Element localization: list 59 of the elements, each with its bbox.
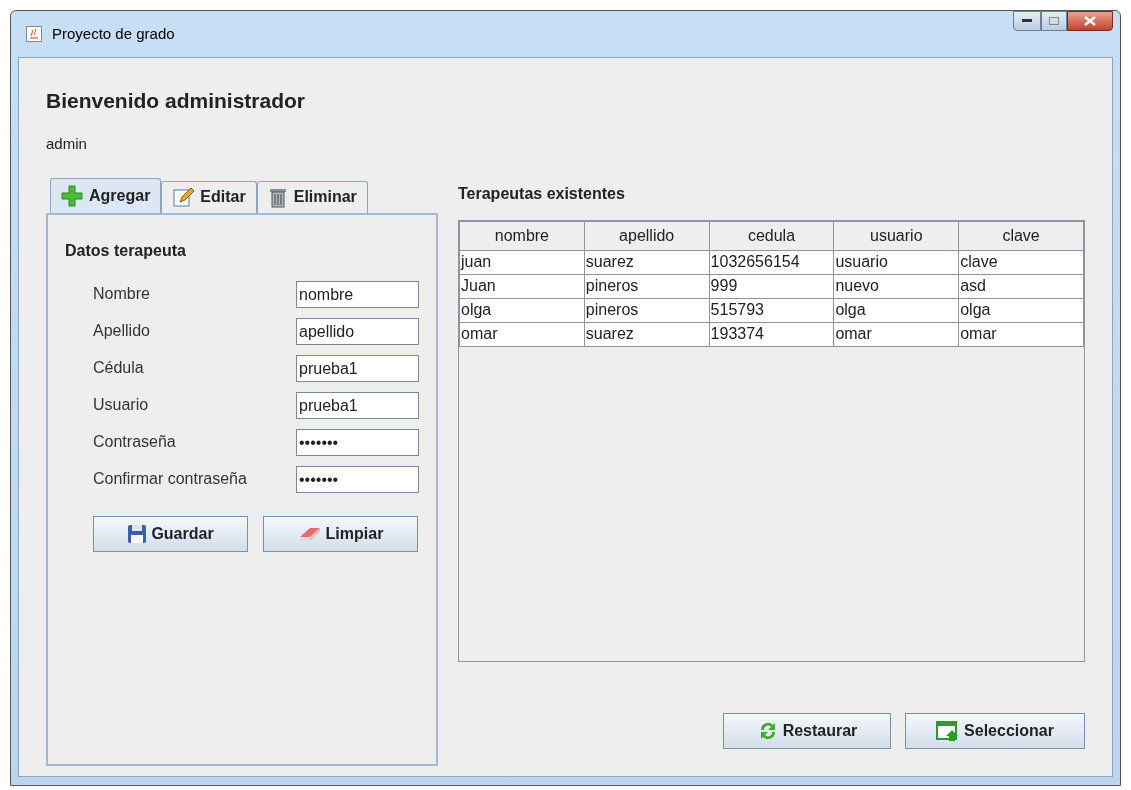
table-cell: olga (958, 298, 1084, 322)
close-button[interactable] (1067, 11, 1113, 31)
column-header[interactable]: apellido (584, 221, 710, 250)
plus-icon (61, 184, 83, 207)
table-cell: pineros (584, 298, 710, 322)
username-label: admin (46, 134, 88, 154)
input-field[interactable]: ••••••• (296, 428, 419, 456)
column-header[interactable]: usuario (833, 221, 959, 250)
table-cell: usuario (833, 250, 959, 274)
table-cell: pineros (584, 274, 710, 298)
tab[interactable]: Editar (161, 180, 257, 213)
welcome-heading: Bienvenido administrador (46, 90, 307, 111)
table-cell: olga (459, 298, 585, 322)
field-label: Cédula (93, 358, 144, 378)
action-button[interactable]: Restaurar (723, 712, 891, 749)
window-title: Proyecto de grado (52, 23, 175, 44)
close-icon (1084, 16, 1096, 26)
column-header[interactable]: cedula (709, 221, 834, 250)
table-cell: 1032656154 (709, 250, 834, 274)
field-label: Apellido (93, 321, 150, 341)
maximize-icon (1049, 17, 1059, 25)
column-header[interactable]: clave (958, 221, 1084, 250)
table-cell: juan (459, 250, 585, 274)
table-title: Terapeutas existentes (458, 183, 626, 204)
input-field[interactable]: nombre (296, 280, 419, 308)
pencil-icon (172, 186, 195, 208)
form-button[interactable]: Limpiar (263, 515, 418, 552)
table-cell: omar (459, 322, 585, 346)
field-label: Confirmar contraseña (93, 469, 247, 489)
app-icon (26, 26, 42, 42)
table-cell: omar (833, 322, 959, 346)
table-cell: clave (958, 250, 1084, 274)
table-cell: 999 (709, 274, 834, 298)
tab[interactable]: Eliminar (256, 180, 368, 213)
form-title: Datos terapeuta (65, 240, 187, 261)
minimize-button[interactable] (1013, 11, 1041, 31)
input-field[interactable]: prueba1 (296, 391, 419, 419)
table-cell: nuevo (833, 274, 959, 298)
table-cell: omar (958, 322, 1084, 346)
action-button[interactable]: Seleccionar (905, 712, 1085, 749)
field-label: Usuario (93, 395, 149, 415)
input-field[interactable]: ••••••• (296, 465, 419, 493)
field-label: Contraseña (93, 432, 176, 452)
form-button[interactable]: Guardar (93, 515, 248, 552)
field-label: Nombre (93, 284, 150, 304)
input-field[interactable]: prueba1 (296, 354, 419, 382)
table-cell: 193374 (709, 322, 834, 346)
input-field[interactable]: apellido (296, 317, 419, 345)
table-cell: olga (833, 298, 959, 322)
column-header[interactable]: nombre (459, 221, 585, 250)
tab[interactable]: Agregar (50, 177, 162, 213)
table-cell: suarez (584, 322, 710, 346)
minimize-icon (1022, 19, 1032, 23)
table-cell: 515793 (709, 298, 834, 322)
table-cell: Juan (459, 274, 585, 298)
table-cell: asd (958, 274, 1084, 298)
trash-icon (267, 186, 288, 208)
table-cell: suarez (584, 250, 710, 274)
eraser-icon (297, 525, 322, 542)
